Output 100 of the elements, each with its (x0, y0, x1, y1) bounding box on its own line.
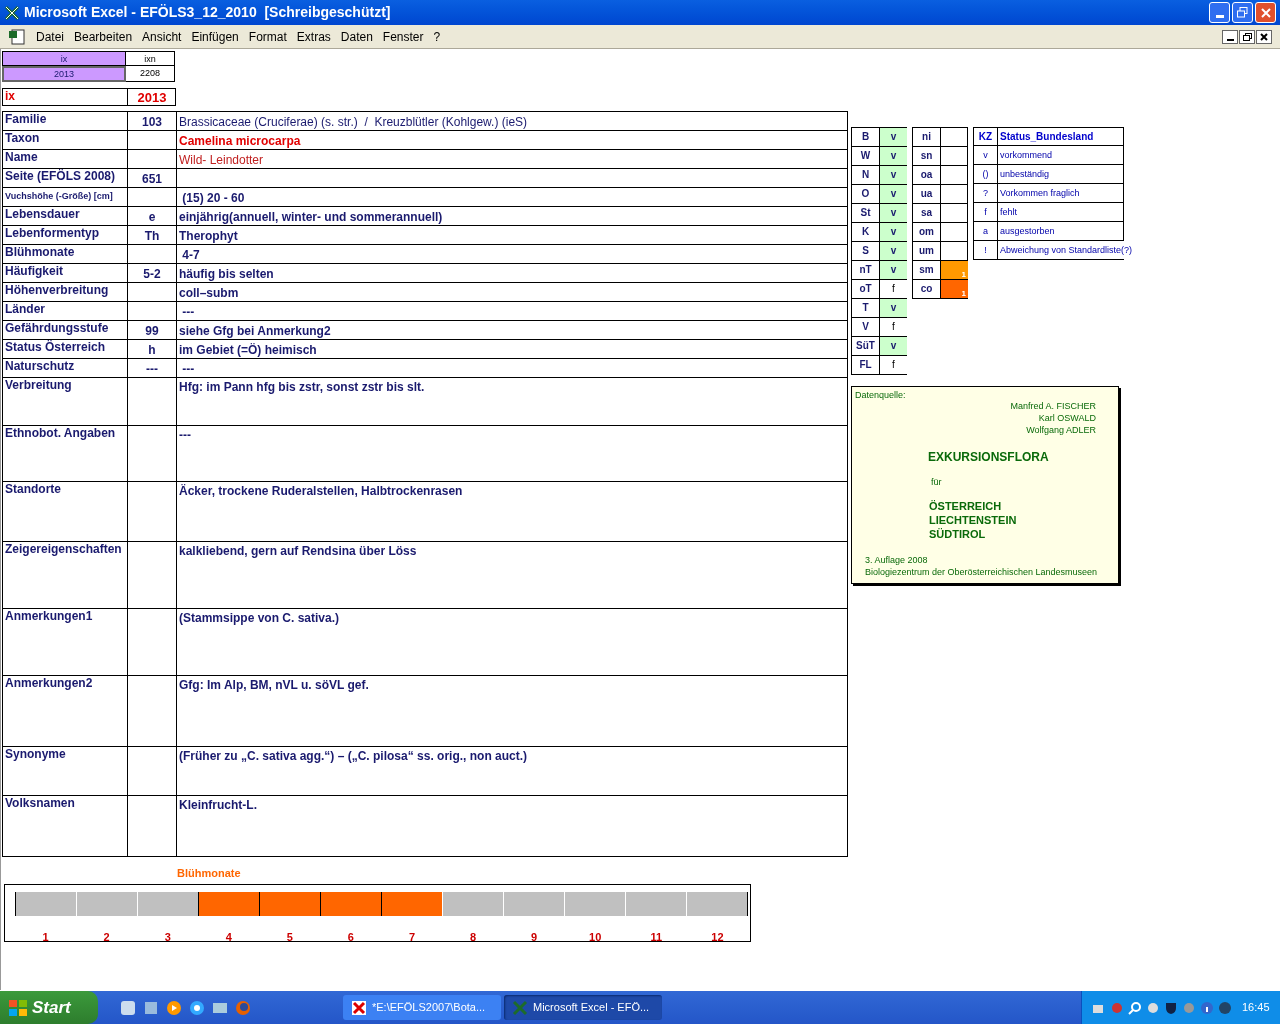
legend-text: vorkommend (999, 149, 1053, 162)
menu-item[interactable]: Datei (36, 27, 64, 46)
menu-item[interactable]: Extras (296, 27, 331, 46)
altitude-code: um (913, 242, 941, 260)
close-button[interactable] (1256, 29, 1272, 44)
legend-code: a (974, 222, 998, 240)
table-cell: e (148, 210, 156, 224)
browser-icon[interactable] (189, 999, 205, 1016)
cell-value: 1 (961, 270, 966, 279)
window-title: Microsoft Excel - EFÖLS3_12_2010 [Schreibgeschützt] (24, 3, 391, 22)
row-label: Vuchshöhe (-Größe) [cm] (4, 190, 114, 203)
month-label: 1 (42, 931, 49, 943)
header-cell: ix (2, 51, 126, 66)
table-cell: Gfg: Im Alp, BM, nVL u. söVL gef. (179, 678, 369, 692)
chart-title: Blühmonate (177, 867, 241, 879)
table-cell: Wild- Leindotter (179, 153, 264, 167)
minimize-button[interactable] (1222, 29, 1238, 44)
table-cell: häufig bis selten (179, 267, 274, 281)
altitude-code: ua (913, 185, 941, 203)
firefox-icon[interactable] (235, 999, 251, 1016)
menu-item[interactable]: Fenster (382, 27, 424, 46)
row-label: Synonyme (4, 747, 67, 763)
legend-code: f (974, 203, 998, 221)
row-label: Name (4, 150, 39, 166)
legend-code: v (974, 146, 998, 164)
menu-item[interactable]: Einfügen (191, 27, 239, 46)
table-cell: im Gebiet (=Ö) heimisch (179, 343, 317, 357)
month-label: 6 (347, 931, 354, 943)
month-label: 12 (711, 931, 724, 943)
excel-icon (4, 4, 20, 21)
month-label: 4 (225, 931, 232, 943)
month-label: 2 (103, 931, 110, 943)
restore-button[interactable] (1239, 29, 1255, 44)
legend-code: ! (974, 241, 998, 259)
restore-icon (1242, 32, 1252, 41)
table-cell: (Stammsippe von C. sativa.) (179, 611, 340, 625)
table-cell: einjährig(annuell, winter- und sommerannuell) (179, 210, 443, 224)
legend-text: fehlt (999, 206, 1017, 219)
close-icon (1260, 7, 1271, 18)
start-button[interactable]: Start (0, 991, 98, 1024)
caption: Datenquelle: (855, 389, 906, 402)
taskbar-button[interactable]: *E:\EFÖLS2007\Bota... (343, 995, 501, 1020)
row-label: Lebensdauer (4, 207, 81, 223)
table-cell: kalkliebend, gern auf Rendsina über Löss (179, 544, 417, 558)
windows-logo-icon (8, 998, 28, 1017)
row-label: Höhenverbreitung (4, 283, 110, 299)
close-icon (1260, 32, 1268, 41)
table-cell: 2013 (2, 66, 126, 82)
altitude-code: sn (913, 147, 941, 165)
row-label: Ethnobot. Angaben (4, 426, 117, 442)
table-cell: siehe Gfg bei Anmerkung2 (179, 324, 331, 338)
table-cell-text: 4-7 (181, 248, 200, 262)
media-player-icon[interactable] (166, 999, 182, 1016)
menu-item[interactable]: Daten (340, 27, 373, 46)
row-label: Lebenformentyp (4, 226, 100, 242)
menu-item[interactable]: Format (248, 27, 287, 46)
clock: 16:45 (1242, 1000, 1270, 1016)
row-label: Taxon (4, 131, 41, 147)
search-icon[interactable] (1128, 1000, 1142, 1015)
taskbar-button[interactable]: Microsoft Excel - EFÖ... (504, 995, 662, 1020)
menu-item[interactable]: Ansicht (142, 27, 182, 46)
table-cell: --- (146, 362, 158, 376)
table-cell: Brassicaceae (Cruciferae) (s. str.) / Kreuzblütler (Kohlgew.) (ieS) (179, 115, 528, 129)
menu-item[interactable]: Bearbeiten (74, 27, 133, 46)
table-cell: 5-2 (143, 267, 161, 281)
row-label: Status Österreich (4, 340, 107, 356)
month-label: 10 (589, 931, 602, 943)
month-label: 7 (408, 931, 416, 943)
table-cell: 103 (142, 115, 162, 129)
status-cell: v (880, 299, 907, 317)
row-label: Seite (EFÖLS 2008) (4, 169, 117, 185)
header-cell: KZ (974, 128, 998, 146)
status-cell: v (880, 166, 907, 184)
shield-icon[interactable] (1164, 1000, 1178, 1015)
legend-text: Abweichung von Standardliste(?) (999, 244, 1133, 257)
legend-text: unbeständig (999, 168, 1050, 181)
table-cell: h (148, 343, 156, 357)
menu-item[interactable]: ? (433, 27, 441, 46)
caption: für (931, 476, 942, 489)
status-cell: v (880, 204, 907, 222)
table-cell-text: --- (181, 305, 195, 319)
info-icon[interactable] (1200, 1000, 1214, 1015)
row-label: Blühmonate (4, 245, 76, 261)
month-label: 5 (286, 931, 293, 943)
row-label: Verbreitung (4, 378, 73, 394)
table-cell: 2013 (127, 89, 176, 106)
publisher-text: Biologiezentrum der Oberösterreichischen Landesmuseen (865, 566, 1098, 579)
table-cell: 651 (142, 172, 162, 186)
altitude-code: ni (913, 128, 941, 146)
header-cell-text: Status_Bundesland (999, 130, 1095, 144)
table-cell: Therophyt (179, 229, 238, 243)
table-cell: 2208 (126, 66, 175, 82)
row-label: Häufigkeit (4, 264, 64, 280)
month-label: 3 (164, 931, 171, 943)
legend-code: () (974, 165, 998, 183)
header-cell: ixn (126, 51, 175, 66)
taxon-name: Camelina microcarpa (179, 134, 301, 148)
month-label: 8 (470, 931, 477, 943)
edition-text: 3. Auflage 2008 (865, 554, 928, 567)
status-cell: v (880, 242, 907, 260)
